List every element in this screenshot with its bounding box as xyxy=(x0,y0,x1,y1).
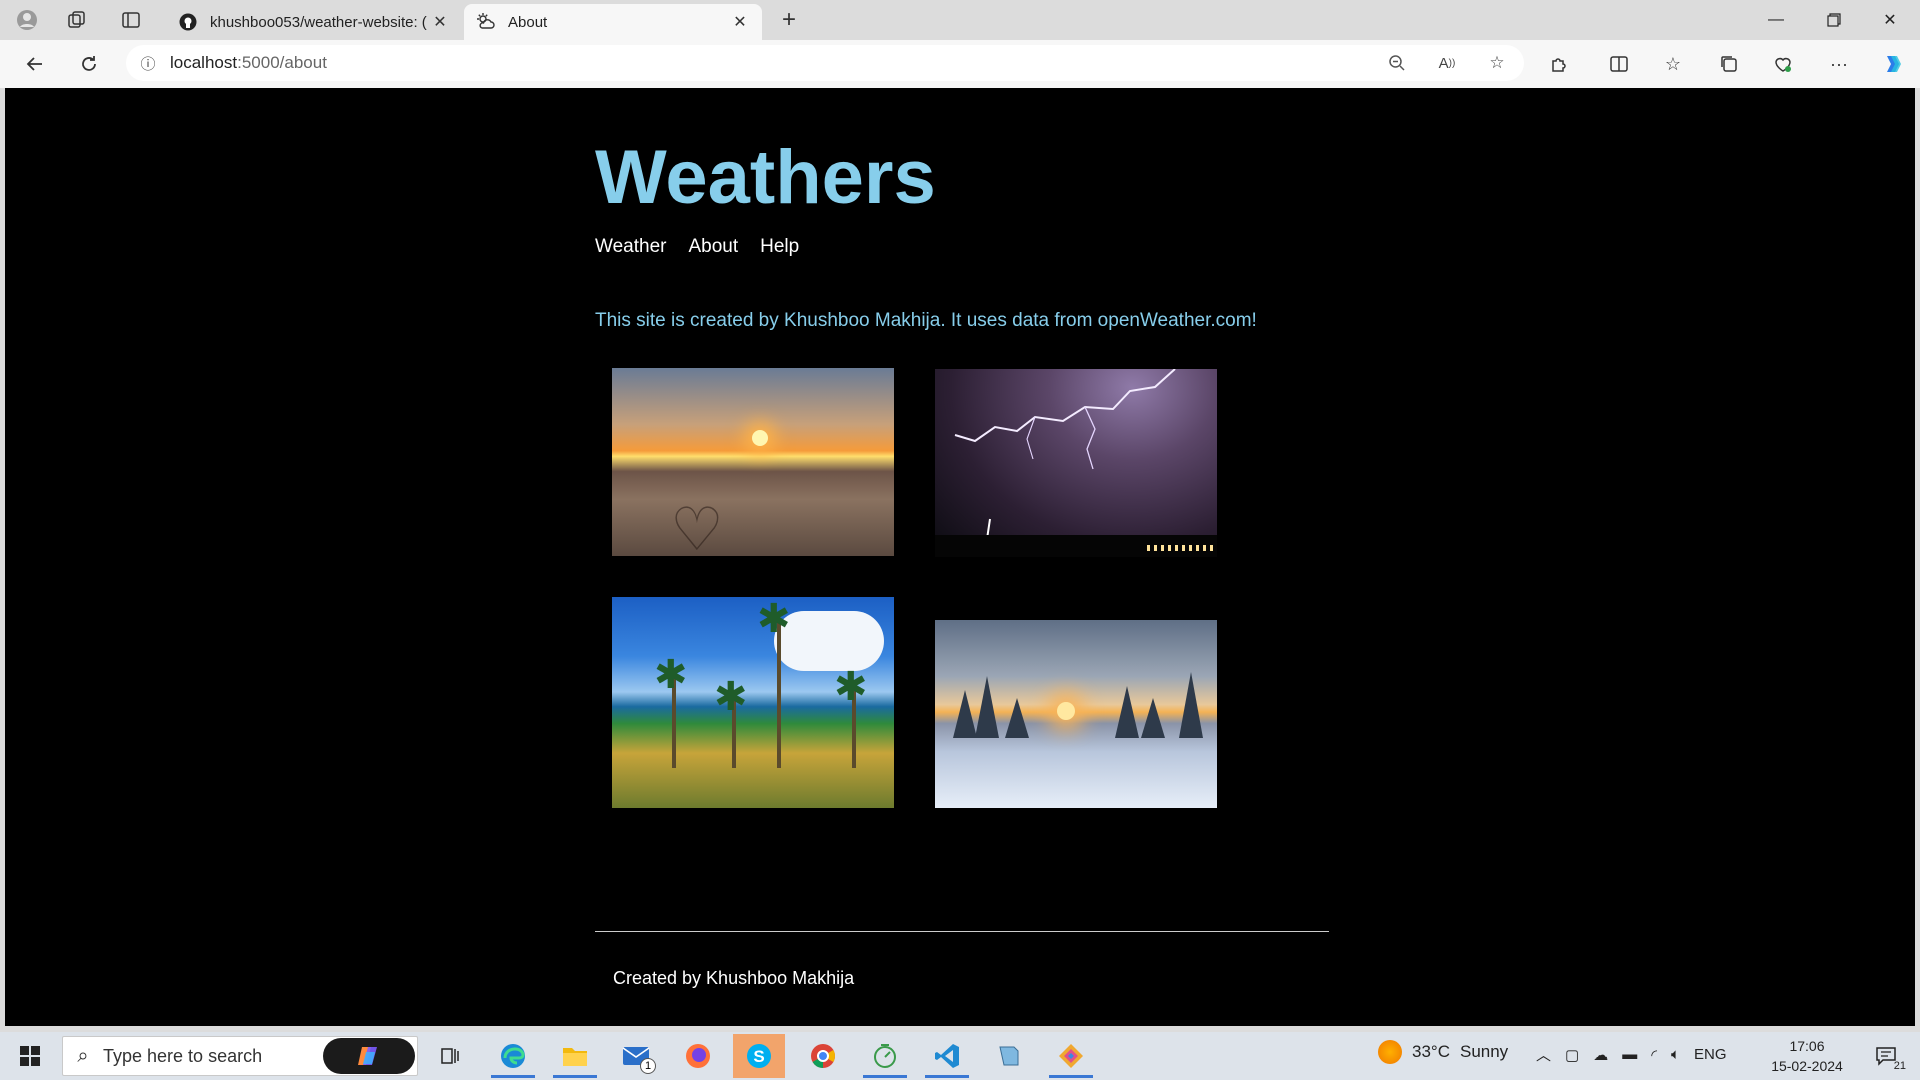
notification-count: 21 xyxy=(1893,1060,1906,1072)
clock-time: 17:06 xyxy=(1789,1038,1825,1054)
vscode-icon[interactable] xyxy=(921,1034,973,1078)
palm-frond: ✱ xyxy=(834,665,868,709)
tab-about[interactable]: About ✕ xyxy=(464,4,762,40)
dev-tool-icon[interactable] xyxy=(1045,1034,1097,1078)
vertical-tabs-icon[interactable] xyxy=(116,6,146,34)
snow-sunset-photo xyxy=(935,620,1217,808)
more-options-icon[interactable]: ··· xyxy=(1822,48,1856,80)
browser-tab-bar: khushboo053/weather-website: ( ✕ About ✕… xyxy=(0,0,1920,40)
extensions-icon[interactable] xyxy=(1542,48,1576,80)
tab-github[interactable]: khushboo053/weather-website: ( ✕ xyxy=(166,4,462,40)
new-tab-icon[interactable]: + xyxy=(774,6,804,34)
clock-date: 15-02-2024 xyxy=(1771,1058,1843,1074)
city-lights xyxy=(1147,545,1217,551)
site-title: Weathers xyxy=(595,135,936,220)
chevron-up-icon[interactable]: ︿ xyxy=(1536,1044,1551,1065)
notification-center-icon[interactable]: 21 xyxy=(1866,1042,1906,1072)
weather-icon xyxy=(476,12,496,32)
copilot-search-icon[interactable] xyxy=(323,1038,415,1074)
tropical-palms-photo: ✱ ✱ ✱ ✱ xyxy=(612,597,894,808)
github-icon xyxy=(178,12,198,32)
notepad-icon[interactable] xyxy=(983,1034,1035,1078)
browser-essentials-icon[interactable] xyxy=(1766,48,1800,80)
volume-icon[interactable]: 🔈︎ xyxy=(1671,1046,1680,1063)
mail-badge: 1 xyxy=(640,1058,656,1074)
battery-icon[interactable]: ▬ xyxy=(1622,1046,1637,1063)
pine-tree xyxy=(1115,686,1139,738)
palm-frond: ✱ xyxy=(654,653,688,697)
collections-icon[interactable] xyxy=(1712,48,1746,80)
restore-icon[interactable] xyxy=(1806,0,1862,40)
refresh-icon[interactable] xyxy=(72,48,106,80)
sun-glow xyxy=(752,430,768,446)
nav-link-about[interactable]: About xyxy=(688,236,738,258)
page-viewport: Weathers Weather About Help This site is… xyxy=(5,88,1915,1026)
split-screen-icon[interactable] xyxy=(1602,48,1636,80)
windows-start-icon[interactable] xyxy=(10,1040,50,1072)
mail-icon[interactable]: 1 xyxy=(610,1034,662,1078)
time-tracker-icon[interactable] xyxy=(859,1034,911,1078)
favorite-star-icon[interactable]: ☆ xyxy=(1480,47,1514,79)
task-view-icon[interactable] xyxy=(424,1034,476,1078)
footer-divider xyxy=(595,931,1329,932)
sunset-beach-photo: ♡ xyxy=(612,368,894,556)
nav-link-help[interactable]: Help xyxy=(760,236,799,258)
taskbar-search-box[interactable]: ⌕ Type here to search xyxy=(62,1036,418,1076)
copilot-icon[interactable] xyxy=(1876,48,1910,80)
tab-title: About xyxy=(508,13,548,31)
language-indicator[interactable]: ENG xyxy=(1694,1046,1727,1063)
address-bar[interactable]: ⓘ localhost:5000/about A)) ☆ xyxy=(126,45,1524,81)
skype-icon[interactable]: S xyxy=(733,1034,785,1078)
browser-toolbar: ⓘ localhost:5000/about A)) ☆ ☆ ··· xyxy=(0,40,1920,88)
windows-taskbar: ⌕ Type here to search 1 S 33°C Sunny ︿ ▢… xyxy=(0,1032,1920,1080)
url-host: localhost xyxy=(170,53,238,72)
minimize-icon[interactable]: — xyxy=(1748,0,1804,40)
zoom-out-icon[interactable] xyxy=(1380,47,1414,79)
palm-frond: ✱ xyxy=(714,675,748,719)
pine-tree xyxy=(953,690,977,738)
search-placeholder: Type here to search xyxy=(103,1045,263,1066)
back-icon[interactable] xyxy=(18,48,52,80)
about-text: This site is created by Khushboo Makhija… xyxy=(595,310,1257,331)
taskbar-clock[interactable]: 17:06 15-02-2024 xyxy=(1762,1036,1852,1076)
system-tray: ︿ ▢ ☁ ▬ ◜ 🔈︎ ENG xyxy=(1536,1044,1727,1065)
nav-link-weather[interactable]: Weather xyxy=(595,236,666,258)
pine-tree xyxy=(1179,672,1203,738)
weather-condition: Sunny xyxy=(1459,1042,1509,1061)
meet-now-icon[interactable]: ▢ xyxy=(1565,1046,1579,1064)
url-path: :5000/about xyxy=(237,53,327,72)
close-icon[interactable]: ✕ xyxy=(730,12,750,32)
file-explorer-icon[interactable] xyxy=(549,1034,601,1078)
firefox-icon[interactable] xyxy=(672,1034,724,1078)
sun-glow xyxy=(1057,702,1075,720)
onedrive-icon[interactable]: ☁ xyxy=(1593,1046,1608,1064)
workspaces-icon[interactable] xyxy=(62,6,92,34)
svg-text:S: S xyxy=(753,1047,764,1066)
chrome-icon[interactable] xyxy=(797,1034,849,1078)
sand-heart: ♡ xyxy=(670,496,724,557)
search-icon: ⌕ xyxy=(77,1044,89,1067)
pine-tree xyxy=(975,676,999,738)
profile-icon[interactable] xyxy=(12,6,42,34)
pine-tree xyxy=(1005,698,1029,738)
read-aloud-icon[interactable]: A)) xyxy=(1430,47,1464,79)
url-text[interactable]: localhost:5000/about xyxy=(170,53,327,73)
close-window-icon[interactable]: ✕ xyxy=(1862,0,1918,40)
tab-title: khushboo053/weather-website: ( xyxy=(210,13,427,31)
sun-icon xyxy=(1378,1040,1402,1064)
site-nav: Weather About Help xyxy=(595,236,799,258)
pine-tree xyxy=(1141,698,1165,738)
close-icon[interactable]: ✕ xyxy=(430,12,450,32)
site-info-icon[interactable]: ⓘ xyxy=(126,53,170,74)
edge-taskbar-icon[interactable] xyxy=(487,1034,539,1078)
palm-frond: ✱ xyxy=(757,597,791,641)
wifi-icon[interactable]: ◜ xyxy=(1651,1046,1657,1064)
favorites-icon[interactable]: ☆ xyxy=(1656,48,1690,80)
footer-credit: Created by Khushboo Makhija xyxy=(613,968,855,988)
taskbar-weather[interactable]: 33°C Sunny xyxy=(1378,1040,1508,1064)
weather-temp: 33°C xyxy=(1412,1042,1450,1061)
lightning-storm-photo xyxy=(935,369,1217,557)
